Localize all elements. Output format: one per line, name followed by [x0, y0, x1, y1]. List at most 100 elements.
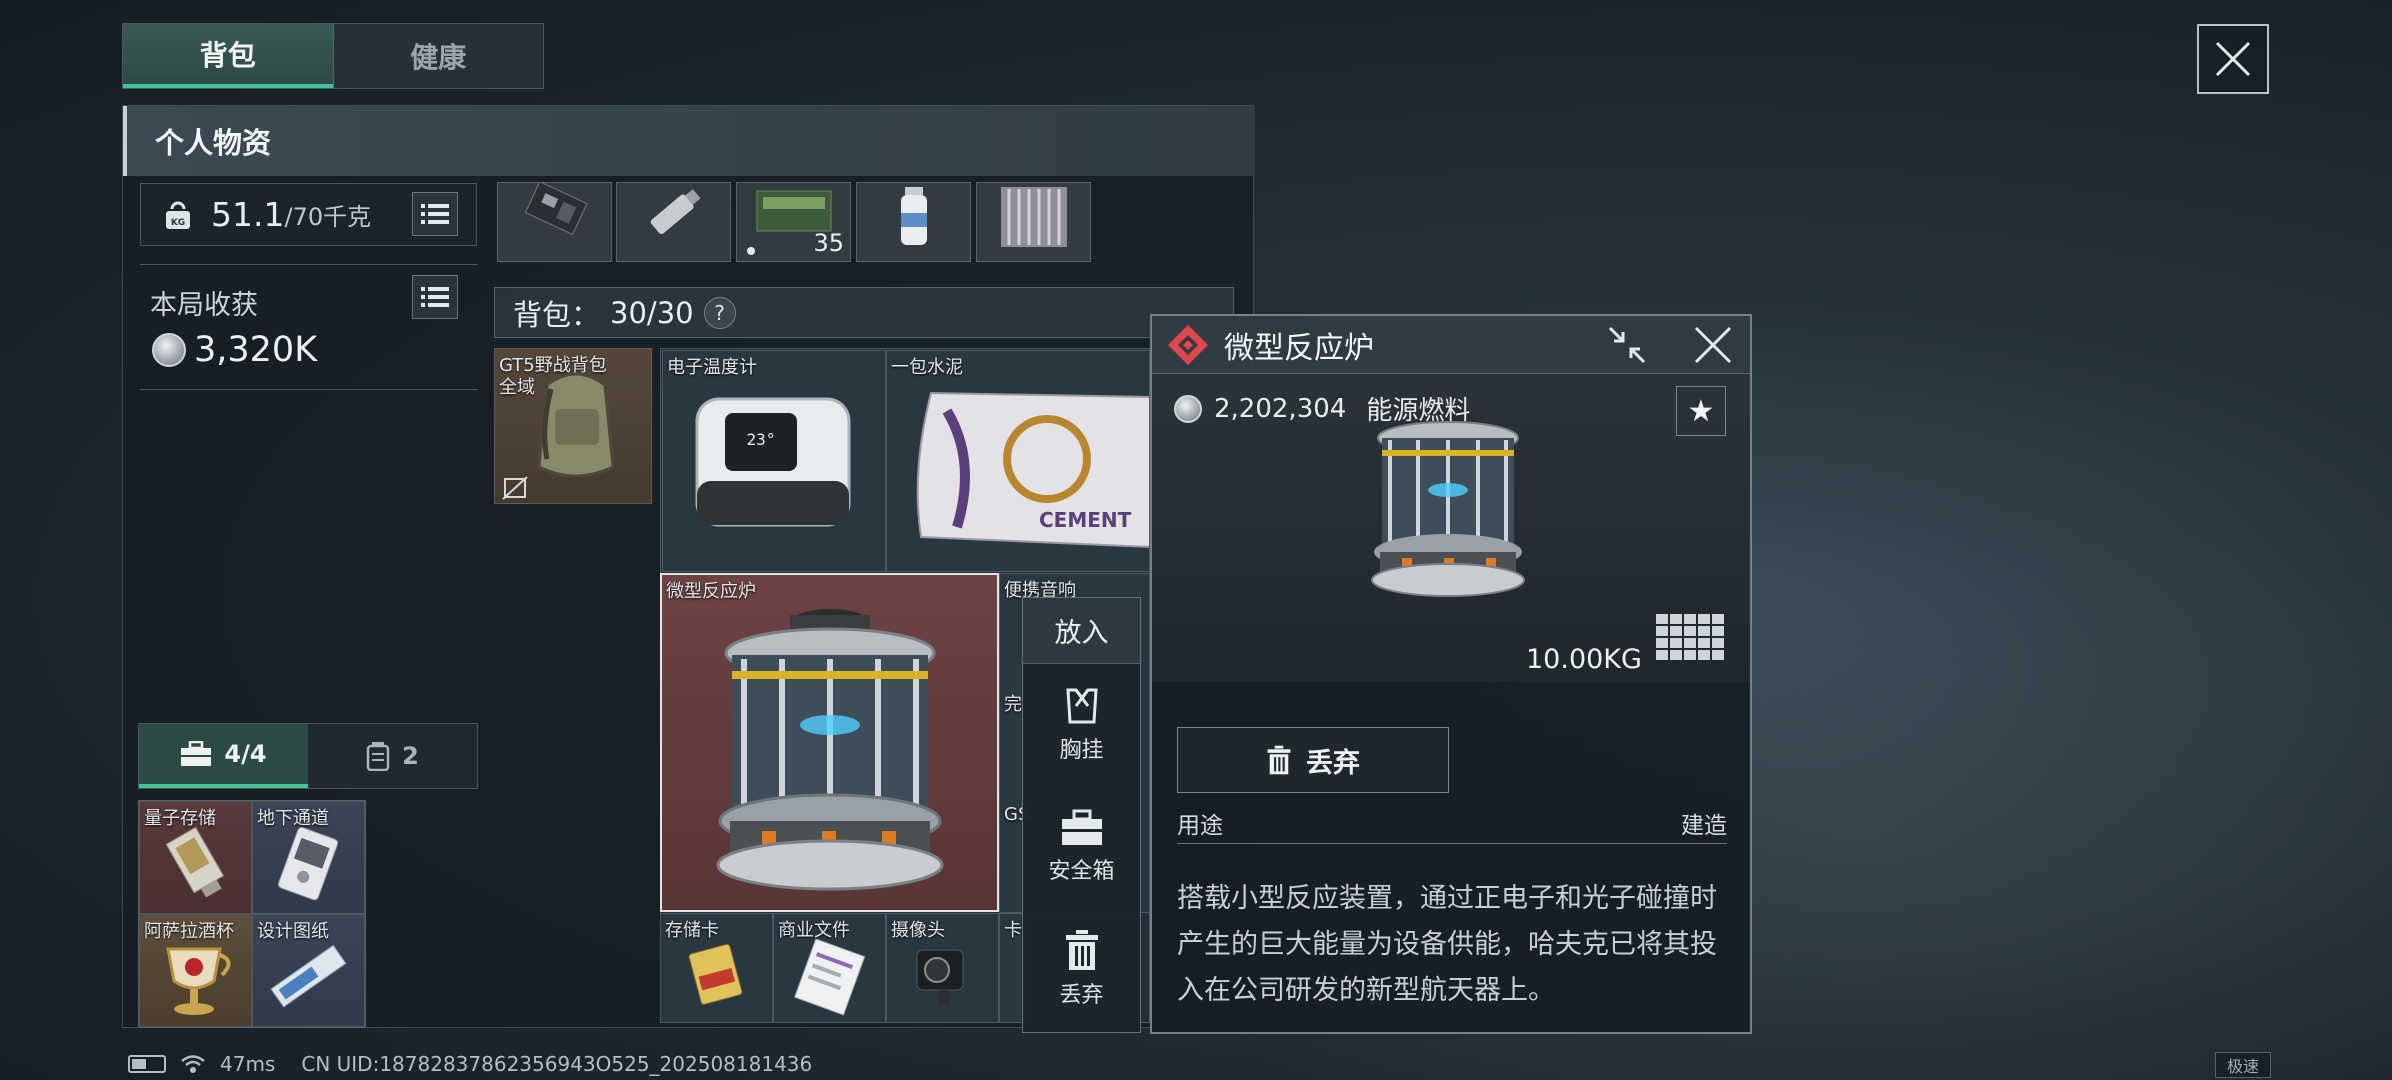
weight-value: 51.1	[211, 195, 285, 234]
detail-price-row: 2,202,304 能源燃料	[1174, 390, 1470, 427]
canister-icon	[366, 742, 390, 771]
usage-row: 用途 建造	[1177, 806, 1727, 844]
safebox-item-quantum-storage[interactable]: 量子存储	[139, 801, 252, 914]
speed-badge: 极速	[2215, 1052, 2271, 1078]
quantum-storage-icon	[165, 826, 225, 898]
backpack-capacity-bar: 背包： 30/30 ?	[494, 287, 1234, 338]
usage-value: 建造	[1681, 813, 1727, 839]
top-row-item-battery-pack[interactable]: 35	[736, 182, 851, 262]
safebox-item-design-blueprint[interactable]: 设计图纸	[252, 914, 365, 1027]
weight-max: /70千克	[284, 203, 372, 231]
context-menu: 放入 胸挂 安全箱 丢弃	[1022, 597, 1141, 1033]
detail-header: 微型反应炉	[1152, 316, 1750, 374]
context-menu-header: 放入	[1023, 598, 1140, 664]
harvest-label: 本局收获	[150, 290, 258, 321]
trash-icon	[1267, 745, 1291, 775]
usage-label: 用途	[1177, 813, 1223, 839]
close-icon	[2215, 41, 2251, 77]
item-label: 卡	[1004, 920, 1022, 941]
panel-title: 个人物资	[123, 106, 1255, 176]
top-row-item-radiator[interactable]	[976, 182, 1091, 262]
top-row-item-bottle[interactable]	[856, 182, 971, 262]
ping-value: 47ms	[220, 1052, 276, 1076]
top-tabs: 背包 健康	[122, 23, 544, 89]
item-micro-reactor[interactable]: 微型反应炉	[660, 573, 999, 912]
item-business-document[interactable]: 商业文件	[773, 913, 886, 1023]
help-icon[interactable]: ?	[703, 296, 736, 329]
tab-safebox[interactable]: 4/4	[139, 724, 308, 788]
item-storage-card[interactable]: 存储卡	[660, 913, 773, 1023]
item-cement-bag[interactable]: 一包水泥 CEMENT	[886, 350, 1150, 572]
discard-button-label: 丢弃	[1306, 747, 1360, 779]
list-icon	[421, 204, 449, 224]
safebox-item-underground-pass[interactable]: 地下通道	[252, 801, 365, 914]
reactor-icon	[716, 609, 944, 891]
list-icon	[421, 287, 449, 307]
item-label: 一包水泥	[891, 357, 963, 378]
item-label: 存储卡	[665, 920, 719, 941]
harvest-value-row: 3,320K	[152, 330, 317, 370]
blueprint-icon	[270, 944, 347, 1008]
circuit-board-icon	[524, 183, 588, 236]
goblet-icon	[166, 947, 231, 1015]
star-icon: ★	[1687, 393, 1715, 429]
detail-title: 微型反应炉	[1224, 330, 1374, 366]
status-bar: 47ms CN UID:18782837862356943O525_202508…	[128, 1052, 812, 1076]
favorite-button[interactable]: ★	[1676, 386, 1726, 436]
tab-health[interactable]: 健康	[332, 24, 544, 88]
backpack-icon	[502, 372, 615, 500]
collapse-icon[interactable]	[1606, 324, 1648, 366]
safebox-count: 4/4	[224, 740, 267, 768]
divider	[140, 389, 478, 390]
equipped-backpack-gt5[interactable]: GT5野战背包 全域	[494, 348, 652, 504]
discard-label: 丢弃	[1059, 983, 1104, 1008]
backpack-capacity: 30/30	[610, 295, 694, 330]
bottle-icon	[901, 187, 927, 245]
weight-icon: KG	[166, 201, 190, 229]
battery-icon	[128, 1055, 166, 1073]
top-row-item-usb-drive[interactable]	[616, 182, 731, 262]
harvest-value: 3,320K	[194, 330, 318, 370]
rarity-diamond-icon	[1168, 324, 1208, 365]
discard-menu-button[interactable]: 丢弃	[1023, 908, 1140, 1030]
item-description: 搭载小型反应装置，通过正电子和光子碰撞时产生的巨大能量为设备供能，哈夫克已将其投…	[1177, 883, 1717, 1006]
svg-text:CEMENT: CEMENT	[1039, 508, 1132, 532]
tab-backpack[interactable]: 背包	[123, 24, 333, 88]
item-camera[interactable]: 摄像头	[886, 913, 999, 1023]
safebox-icon	[1061, 809, 1102, 845]
detail-category: 能源燃料	[1366, 396, 1471, 426]
svg-text:KG: KG	[171, 218, 185, 228]
item-electronic-thermometer[interactable]: 电子温度计 23°	[662, 350, 886, 572]
cement-bag-icon: CEMENT	[916, 391, 1149, 548]
radiator-icon	[1001, 187, 1067, 247]
item-label: 摄像头	[891, 920, 945, 941]
put-in-safebox-button[interactable]: 安全箱	[1023, 786, 1140, 908]
trash-icon	[1065, 930, 1098, 970]
divider	[140, 264, 478, 265]
safebox-label: 安全箱	[1048, 859, 1115, 884]
uid-text: CN UID:18782837862356943O525_20250818143…	[301, 1052, 813, 1076]
wifi-icon	[181, 1055, 205, 1073]
coin-icon	[1174, 394, 1202, 423]
safebox-grid: 量子存储 地下通道 阿萨拉酒杯 设计图纸	[138, 800, 366, 1028]
discard-button[interactable]: 丢弃	[1177, 727, 1449, 793]
close-detail-icon[interactable]	[1692, 324, 1734, 366]
weight-list-button[interactable]	[412, 192, 458, 236]
safebox-item-asara-goblet[interactable]: 阿萨拉酒杯	[139, 914, 252, 1027]
tab-canister[interactable]: 2	[308, 724, 477, 788]
stack-count: 35	[813, 229, 844, 257]
container-tabs: 4/4 2	[138, 723, 478, 789]
detail-weight: 10.00KG	[1526, 644, 1642, 675]
usb-drive-icon	[650, 189, 701, 235]
item-label-partial: 完	[1004, 694, 1022, 715]
put-in-vest-button[interactable]: 胸挂	[1023, 664, 1140, 786]
item-label: 电子温度计	[667, 357, 757, 378]
vest-icon	[1065, 688, 1098, 724]
detail-price: 2,202,304	[1214, 393, 1347, 424]
coin-icon	[152, 333, 186, 367]
top-row-item-circuit-board[interactable]	[497, 182, 612, 262]
harvest-list-button[interactable]	[412, 275, 458, 319]
backpack-label: 背包：	[513, 297, 601, 332]
vest-label: 胸挂	[1059, 738, 1104, 763]
close-button[interactable]	[2197, 24, 2269, 94]
